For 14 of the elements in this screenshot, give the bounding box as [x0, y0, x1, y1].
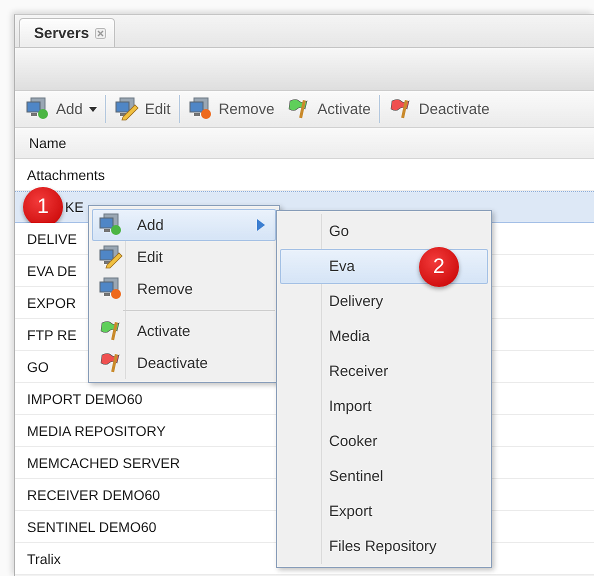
table-cell: DELIVE [27, 230, 77, 246]
table-cell: EVA DE [27, 262, 77, 278]
table-cell: IMPORT DEMO60 [27, 390, 142, 406]
table-cell: EXPOR [27, 294, 76, 310]
step-badge: 2 [418, 246, 459, 286]
table-cell: KE [65, 199, 84, 215]
table-cell: FTP RE [27, 326, 77, 342]
table-cell: Tralix [27, 550, 61, 566]
table-cell: MEMCACHED SERVER [27, 454, 180, 470]
table-cell: MEDIA REPOSITORY [27, 422, 166, 438]
table-cell: RECEIVER DEMO60 [27, 486, 160, 502]
table-cell: Attachments [27, 166, 105, 182]
table-cell: GO [27, 358, 49, 374]
table-cell: SENTINEL DEMO60 [27, 518, 156, 534]
